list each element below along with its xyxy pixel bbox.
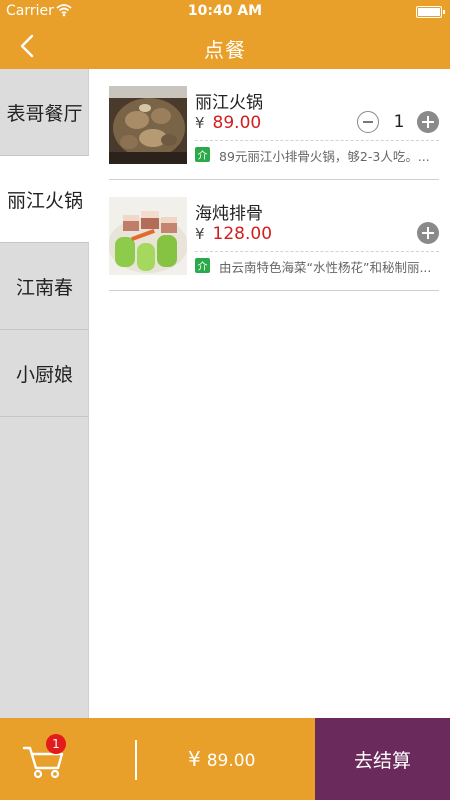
- dish-price: ¥89.00: [195, 113, 261, 133]
- cart-total: ¥89.00: [188, 747, 255, 771]
- price-value: 128.00: [212, 224, 273, 244]
- dish-photo: [109, 86, 187, 164]
- dish-name: 海炖排骨: [195, 204, 263, 224]
- battery-icon: [416, 6, 445, 18]
- sidebar-item-biaoge[interactable]: 表哥餐厅: [0, 69, 89, 156]
- status-time: 10:40 AM: [187, 3, 263, 19]
- dish-price: ¥128.00: [195, 224, 272, 244]
- divider: [195, 251, 439, 252]
- currency-symbol: ¥: [195, 114, 205, 132]
- price-value: 89.00: [212, 113, 262, 133]
- intro-badge: 介: [195, 258, 210, 273]
- plus-icon[interactable]: [417, 222, 439, 244]
- bar-divider: [135, 740, 137, 780]
- status-bar: Carrier 10:40 AM: [0, 0, 450, 24]
- dish-row: 丽江火锅 ¥89.00 1 介 89元丽江小排骨火锅，够2-3人吃。...: [109, 69, 439, 180]
- intro-badge: 介: [195, 147, 210, 162]
- nav-bar: 点餐: [0, 24, 450, 69]
- checkout-button[interactable]: 去结算: [315, 718, 450, 800]
- currency-symbol: ¥: [195, 225, 205, 243]
- dish-description: 由云南特色海菜“水性杨花”和秘制丽...: [219, 260, 432, 275]
- sidebar-item-xiaochuniang[interactable]: 小厨娘: [0, 330, 89, 417]
- dish-name: 丽江火锅: [195, 93, 263, 113]
- dish-quantity: 1: [393, 112, 405, 132]
- sidebar-item-jiangnanchun[interactable]: 江南春: [0, 243, 89, 330]
- dish-list: 丽江火锅 ¥89.00 1 介 89元丽江小排骨火锅，够2-3人吃。... 海炖…: [89, 69, 450, 718]
- page-title: 点餐: [204, 38, 246, 62]
- dish-description: 89元丽江小排骨火锅，够2-3人吃。...: [219, 149, 430, 164]
- currency-symbol: ¥: [188, 747, 201, 771]
- plus-icon[interactable]: [417, 111, 439, 133]
- minus-icon[interactable]: [357, 111, 379, 133]
- cart-count-badge: 1: [46, 734, 66, 754]
- sidebar-item-lijiang[interactable]: 丽江火锅: [0, 156, 90, 243]
- divider: [195, 140, 439, 141]
- restaurant-sidebar: 表哥餐厅 丽江火锅 江南春 小厨娘: [0, 69, 90, 718]
- dish-photo: [109, 197, 187, 275]
- bottom-bar: 1 ¥89.00 去结算: [0, 718, 450, 800]
- dish-row: 海炖排骨 ¥128.00 介 由云南特色海菜“水性杨花”和秘制丽...: [109, 180, 439, 291]
- total-value: 89.00: [206, 751, 256, 771]
